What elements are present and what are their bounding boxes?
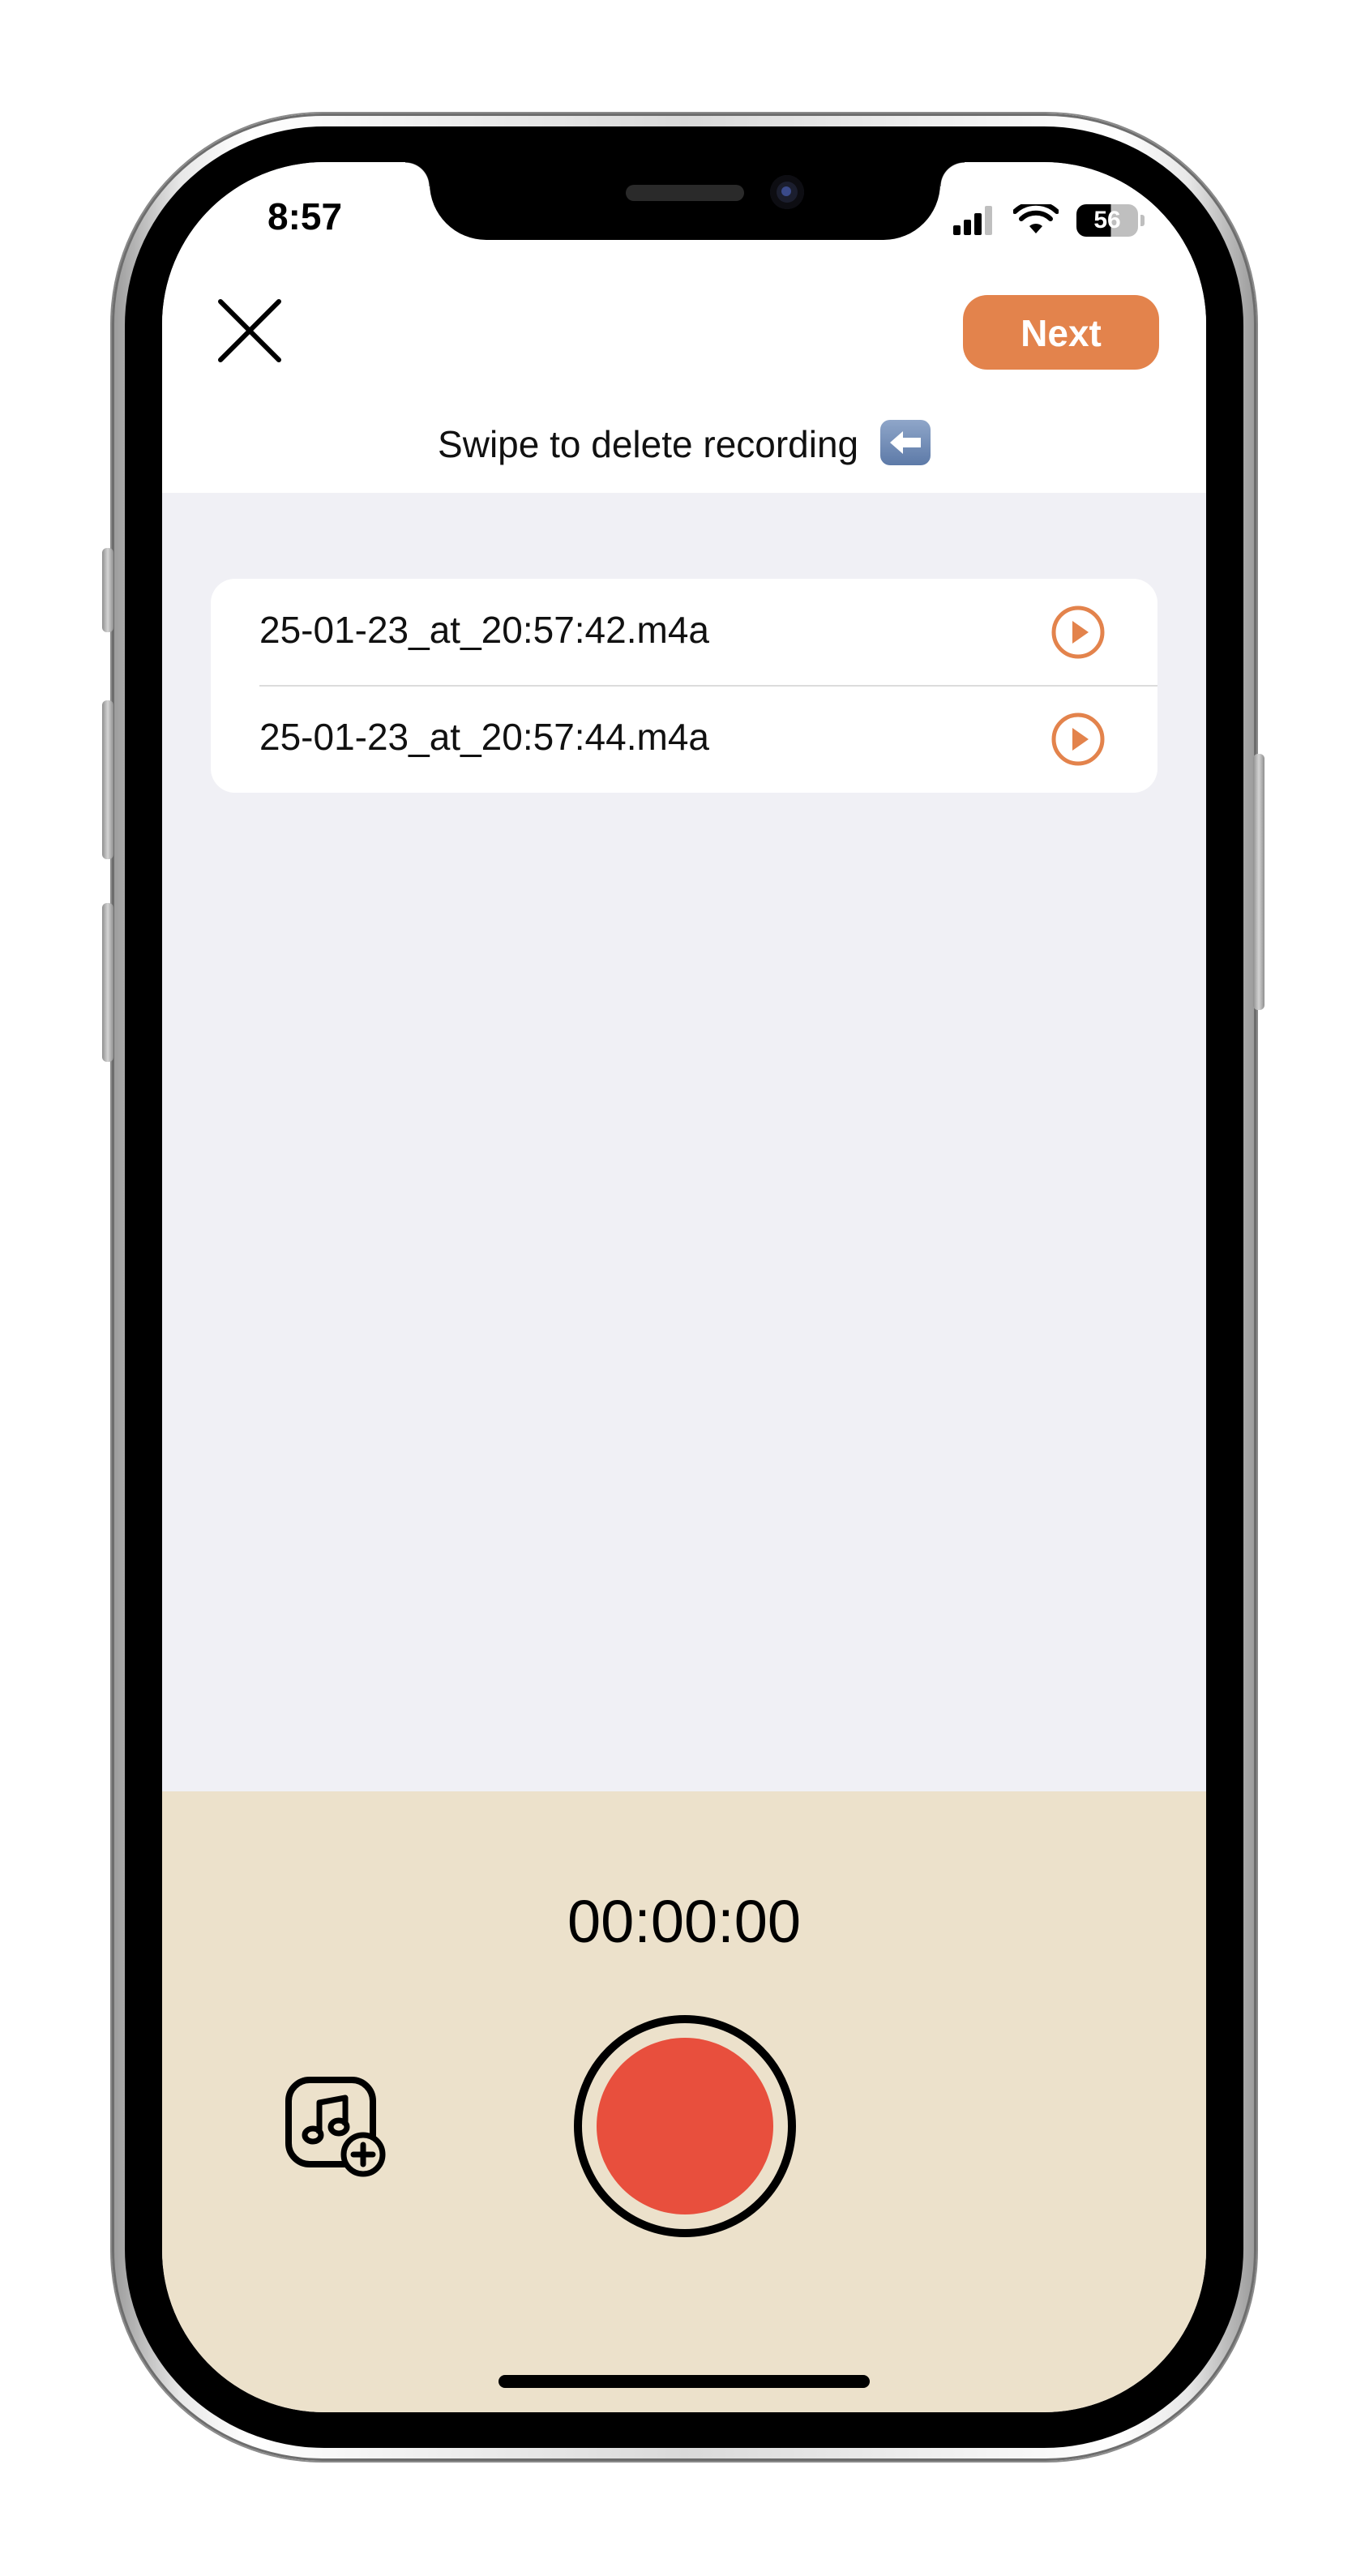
app-screen: 8:57 56 Next Swipe to delete recording 2… bbox=[162, 162, 1206, 2412]
record-button-fill bbox=[597, 2038, 773, 2214]
recording-row[interactable]: 25-01-23_at_20:57:42.m4a bbox=[211, 579, 1157, 687]
side-button-volume-up bbox=[102, 700, 113, 859]
recording-timer: 00:00:00 bbox=[567, 1888, 802, 1955]
status-time: 8:57 bbox=[267, 195, 343, 237]
front-camera bbox=[770, 175, 804, 209]
wifi-icon bbox=[1013, 204, 1059, 233]
recording-filename: 25-01-23_at_20:57:44.m4a bbox=[259, 716, 709, 758]
close-icon[interactable] bbox=[216, 297, 284, 365]
add-music-icon[interactable] bbox=[284, 2075, 389, 2180]
swipe-hint: Swipe to delete recording bbox=[162, 420, 1206, 466]
cellular-signal-icon bbox=[953, 206, 992, 235]
battery-indicator: 56 bbox=[1076, 204, 1145, 237]
home-indicator[interactable] bbox=[499, 2375, 870, 2388]
recordings-list: 25-01-23_at_20:57:42.m4a 25-01-23_at_20:… bbox=[211, 579, 1157, 793]
play-icon[interactable] bbox=[1050, 712, 1106, 767]
camera-notch bbox=[405, 162, 965, 240]
next-button[interactable]: Next bbox=[963, 295, 1159, 370]
side-button-volume-down bbox=[102, 903, 113, 1062]
side-button-power bbox=[1253, 754, 1264, 1010]
left-arrow-icon bbox=[879, 420, 931, 465]
swipe-hint-text: Swipe to delete recording bbox=[438, 423, 859, 465]
status-icons: 56 bbox=[952, 204, 1145, 237]
recording-row[interactable]: 25-01-23_at_20:57:44.m4a bbox=[211, 686, 1157, 793]
earpiece-speaker bbox=[626, 185, 744, 201]
play-icon[interactable] bbox=[1050, 605, 1106, 660]
recording-filename: 25-01-23_at_20:57:42.m4a bbox=[259, 609, 709, 651]
side-button-silent bbox=[102, 548, 113, 632]
record-button[interactable] bbox=[574, 2015, 796, 2237]
